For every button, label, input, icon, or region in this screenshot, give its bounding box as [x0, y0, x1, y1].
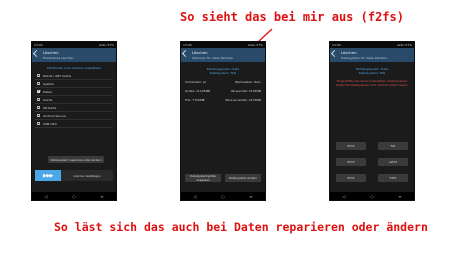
partition-label: Dalvik / ART Cache [43, 73, 72, 78]
nav-back-icon[interactable]: ◁ [193, 194, 196, 199]
header: Löschen Dateisystem für diese Partition [330, 48, 414, 62]
page-subtitle: Dateisystem für diese Partition [341, 56, 388, 60]
fs-button-fat[interactable]: FAT [378, 142, 408, 150]
bottom-caption: So läst sich das auch bei Daten reparier… [54, 220, 428, 234]
checkbox[interactable] [37, 114, 40, 117]
header: Löschen Erweitertes Löschen [32, 48, 116, 62]
used-info: Verwendet: 4176MB [230, 89, 261, 93]
phone-screen-partition-options: 13:00 Akku 57% Löschen Optionen für dies… [181, 42, 265, 200]
removable-info: Wechselbar: Nein [234, 80, 261, 84]
filesystem-label: Dateisystem: f2fs [209, 71, 237, 75]
fs-button-f2fs[interactable]: F2FS [378, 174, 408, 182]
fs-button-exfat[interactable]: exFAT [378, 158, 408, 166]
page-title: Löschen [43, 50, 59, 55]
page-title: Löschen [341, 50, 357, 55]
checkbox[interactable] [37, 90, 40, 93]
nav-menu-icon[interactable]: ≡ [100, 194, 103, 199]
checkbox[interactable] [37, 106, 40, 109]
resize-filesystem-button[interactable]: Dateisystemgröße anpassen [185, 174, 221, 182]
partition-label: Android Secure [43, 113, 66, 118]
partition-checkbox-row[interactable]: Android Secure [35, 112, 113, 120]
nav-home-icon[interactable]: ○ [370, 194, 374, 199]
partition-label: System [43, 81, 55, 86]
size-info: Größe: 11105MB [185, 89, 211, 93]
filesystem-label: Dateisystem: f2fs [358, 71, 386, 75]
nav-home-icon[interactable]: ○ [72, 194, 76, 199]
fs-button-ext2[interactable]: EXT2 [336, 142, 366, 150]
page-subtitle: Optionen für diese Partition [192, 56, 234, 60]
partition-checkbox-row[interactable]: SD-Karte [35, 104, 113, 112]
free-info: Frei: 7700MB [185, 98, 205, 102]
present-info: Vorhanden: Ja [185, 80, 206, 84]
partition-checkbox-row[interactable]: Daten [35, 88, 113, 96]
back-icon[interactable] [330, 49, 339, 58]
phone-screen-filesystem-select: 13:00 Akku 57% Löschen Dateisystem für d… [330, 42, 414, 200]
header: Löschen Optionen für diese Partition [181, 48, 265, 62]
nav-menu-icon[interactable]: ≡ [398, 194, 401, 199]
repair-button[interactable]: Dateisystem reparieren oder ändern [48, 156, 104, 163]
page-title: Löschen [192, 50, 208, 55]
partition-checkbox-row[interactable]: USB-OTG [35, 120, 113, 128]
swipe-label: Löschen bestätigen [73, 173, 101, 178]
nav-menu-icon[interactable]: ≡ [249, 194, 252, 199]
checkbox[interactable] [37, 82, 40, 85]
backup-size-info: Backup-Größe: 4176MB [225, 98, 262, 102]
partition-label: Cache [43, 97, 53, 102]
nav-bar: ◁ ○ ≡ [32, 192, 116, 200]
partition-label: USB-OTG [43, 121, 57, 126]
page-subtitle: Erweitertes Löschen [43, 56, 74, 60]
partition-list: Dalvik / ART Cache System Daten Cache SD-Kar… [35, 72, 113, 128]
top-caption: So sieht das bei mir aus (f2fs) [180, 10, 404, 24]
section-label: Partitionen zum Löschen auswählen [47, 66, 101, 70]
nav-back-icon[interactable]: ◁ [44, 194, 47, 199]
checkbox[interactable] [37, 74, 40, 77]
back-icon[interactable] [181, 49, 190, 58]
partition-label: Daten [43, 89, 53, 94]
partition-label: SD-Karte [43, 105, 57, 110]
fs-button-ext3[interactable]: EXT3 [336, 158, 366, 166]
nav-back-icon[interactable]: ◁ [342, 194, 345, 199]
partition-checkbox-row[interactable]: Dalvik / ART Cache [35, 72, 113, 80]
checkbox[interactable] [37, 122, 40, 125]
nav-bar: ◁ ○ ≡ [330, 192, 414, 200]
phone-screen-wipe-select: 13:00 Akku 57% Löschen Erweitertes Lösch… [32, 42, 116, 200]
nav-bar: ◁ ○ ≡ [181, 192, 265, 200]
back-icon[interactable] [32, 49, 41, 58]
fs-button-ext4[interactable]: EXT4 [336, 174, 366, 182]
swipe-arrows-icon[interactable]: ▶▶▶ [35, 170, 61, 181]
partition-checkbox-row[interactable]: System [35, 80, 113, 88]
swipe-confirm-slider[interactable]: ▶▶▶ Löschen bestätigen [35, 170, 113, 181]
change-filesystem-button[interactable]: Dateisystem ändern [225, 174, 261, 182]
checkbox[interactable] [37, 98, 40, 101]
warning-text: Einige ROMs oder Kernel unterstützen mög… [336, 80, 408, 87]
nav-home-icon[interactable]: ○ [221, 194, 225, 199]
partition-checkbox-row[interactable]: Cache [35, 96, 113, 104]
